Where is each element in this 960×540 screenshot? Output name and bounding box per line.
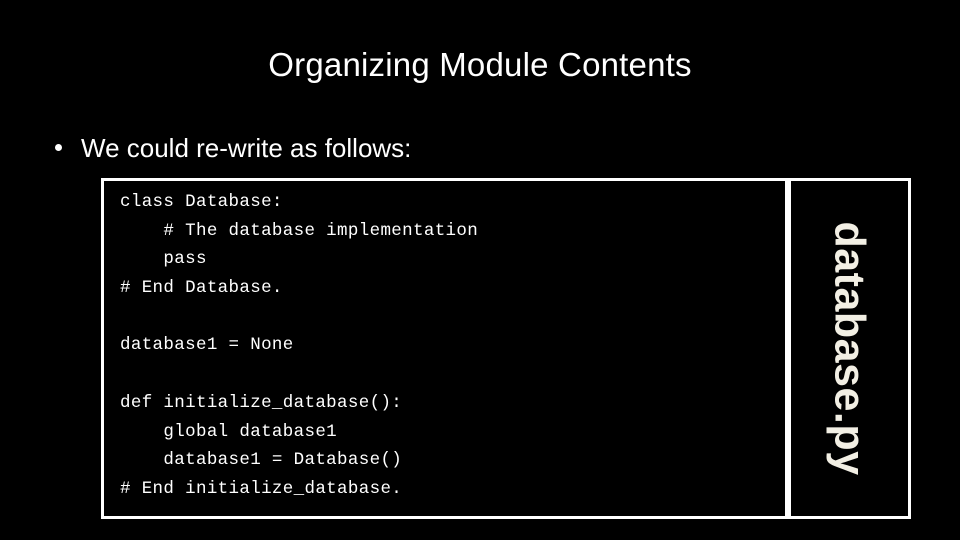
code-line: # End Database. [120, 278, 283, 299]
page-title: Organizing Module Contents [268, 46, 692, 83]
file-name-rotator: database.py [791, 181, 908, 516]
code-line: pass [120, 249, 207, 270]
bullet-point-icon [55, 144, 62, 151]
code-line: # The database implementation [120, 220, 479, 241]
code-block-content: class Database: # The database implement… [120, 188, 781, 504]
code-line: global database1 [120, 421, 338, 442]
slide-canvas: Organizing Module Contents We could re-w… [0, 0, 960, 540]
file-name-label: database.py [826, 221, 874, 476]
code-block-panel: class Database: # The database implement… [101, 178, 788, 519]
code-line: def initialize_database(): [120, 392, 403, 413]
file-name-panel: database.py [788, 178, 911, 519]
bullet-item-label: We could re-write as follows: [81, 133, 412, 163]
code-line: # End initialize_database. [120, 478, 403, 499]
code-line: database1 = Database() [120, 450, 403, 471]
code-line: database1 = None [120, 335, 294, 356]
bullet-list-item: We could re-write as follows: [55, 131, 411, 165]
code-line: class Database: [120, 192, 283, 212]
